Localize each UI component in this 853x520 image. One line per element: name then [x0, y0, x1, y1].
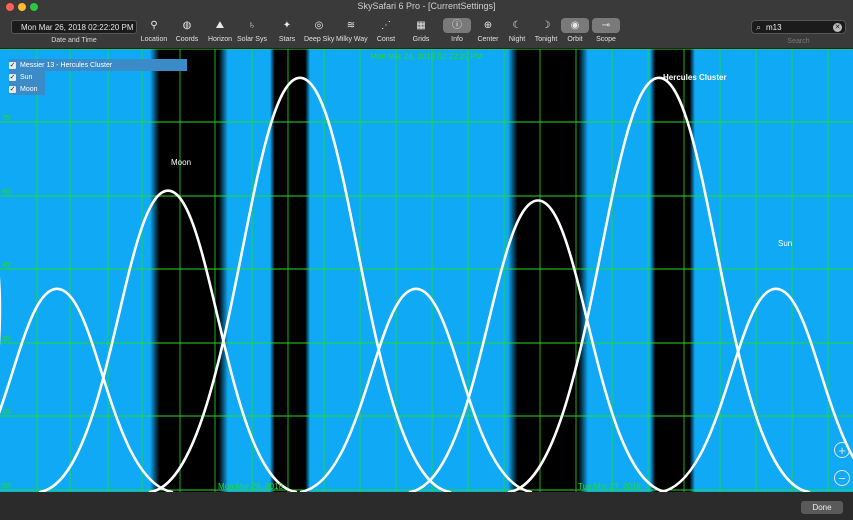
moon-curve-label: Moon [171, 158, 192, 167]
toolbar-button-label: Milky Way [336, 36, 368, 43]
legend-item-moon[interactable]: ✓ Moon [9, 83, 45, 95]
y-tick-label: 75° [2, 115, 13, 122]
toolbar-button-label: Scope [596, 36, 616, 43]
altitude-chart[interactable]: Mon Mar 26, 2018 02:22:20 PM ✓ Messier 1… [0, 49, 853, 492]
info-icon: ⓘ [443, 18, 471, 33]
y-tick-label: 00° [2, 483, 13, 490]
toolbar-button-horizon[interactable]: ⛰ Horizon [205, 18, 235, 46]
checkbox-sun[interactable]: ✓ [9, 73, 16, 81]
toolbar-button-label: Stars [278, 36, 296, 43]
zoom-out-button[interactable]: − [834, 470, 850, 486]
checkbox-hercules[interactable]: ✓ [9, 61, 16, 69]
done-button[interactable]: Done [801, 501, 843, 514]
title-bar: SkySafari 6 Pro - [CurrentSettings] [0, 0, 853, 14]
x-tick-label: Tue Mar 27, 2018 [578, 482, 641, 491]
date-time-label: Date and Time [51, 37, 97, 44]
legend-item-hercules[interactable]: ✓ Messier 13 - Hercules Cluster [9, 59, 187, 71]
y-tick-label: 60° [2, 189, 13, 196]
toolbar-button-label: Horizon [207, 36, 233, 43]
search-input[interactable]: m13 [766, 21, 782, 34]
clear-search-icon[interactable]: ✕ [833, 23, 842, 32]
toolbar-button-label: Tonight [534, 36, 558, 43]
moon-icon: ☾ [512, 20, 522, 31]
globe-icon: ◍ [182, 20, 192, 31]
toolbar-button-solar-sys[interactable]: ♄ Solar Sys [237, 18, 267, 46]
toolbar-button-deep-sky[interactable]: ◎ Deep Sky [304, 18, 334, 46]
hercules-curve-label: Hercules Cluster [663, 73, 727, 82]
tonight-icon: ☽ [541, 20, 551, 31]
toolbar-button-label: Solar Sys [237, 36, 267, 43]
y-tick-label: 15° [2, 409, 13, 416]
toolbar-button-info[interactable]: ⓘ Info [442, 18, 472, 46]
horizon-icon: ⛰ [215, 20, 225, 31]
telescope-icon: ⊸ [592, 18, 620, 33]
sun-curve-label: Sun [778, 239, 793, 248]
toolbar-button-const[interactable]: ⋰ Const [371, 18, 401, 46]
toolbar-button-label: Night [508, 36, 526, 43]
toolbar-button-label: Location [140, 36, 168, 43]
toolbar-button-location[interactable]: ⚲ Location [139, 18, 169, 46]
window-title: SkySafari 6 Pro - [CurrentSettings] [357, 1, 496, 11]
legend: ✓ Messier 13 - Hercules Cluster ✓ Sun ✓ … [9, 59, 187, 95]
toolbar-button-milky-way[interactable]: ≋ Milky Way [336, 18, 368, 46]
toolbar-button-label: Deep Sky [304, 36, 335, 43]
location-pin-icon: ⚲ [150, 20, 158, 31]
galaxy-icon: ◎ [314, 20, 324, 31]
chart-plot [0, 49, 853, 492]
legend-label: Messier 13 - Hercules Cluster [20, 61, 113, 69]
toolbar-button-tonight[interactable]: ☽ Tonight [531, 18, 561, 46]
legend-label: Sun [20, 73, 33, 81]
toolbar: Mon Mar 26, 2018 02:22:20 PM Date and Ti… [0, 14, 853, 49]
toolbar-button-grids[interactable]: ▦ Grids [406, 18, 436, 46]
toolbar-button-label: Orbit [567, 36, 583, 43]
y-tick-label: 30° [2, 336, 13, 343]
center-icon: ⊕ [483, 20, 493, 31]
stars-icon: ✦ [282, 20, 292, 31]
date-time-field[interactable]: Mon Mar 26, 2018 02:22:20 PM [11, 20, 137, 34]
toolbar-button-label: Grids [412, 36, 430, 43]
planet-icon: ♄ [248, 20, 256, 31]
toolbar-button-label: Const [376, 36, 396, 43]
toolbar-button-label: Coords [175, 36, 199, 43]
search-field[interactable]: ⌕ m13 ✕ [751, 20, 846, 34]
zoom-in-button[interactable]: + [834, 442, 850, 458]
legend-label: Moon [20, 85, 38, 93]
constellation-icon: ⋰ [381, 20, 391, 31]
toolbar-button-orbit[interactable]: ◉ Orbit [560, 18, 590, 46]
checkbox-moon[interactable]: ✓ [9, 85, 16, 93]
toolbar-button-scope[interactable]: ⊸ Scope [591, 18, 621, 46]
sun-curve [0, 287, 174, 492]
night-band [270, 49, 310, 492]
app-window: SkySafari 6 Pro - [CurrentSettings] Mon … [0, 0, 853, 520]
night-band [650, 49, 695, 492]
legend-item-sun[interactable]: ✓ Sun [9, 71, 45, 83]
x-tick-label: Mon Mar 26, 2018 [218, 482, 283, 491]
bottom-bar: Done [0, 492, 853, 520]
search-label: Search [787, 38, 810, 45]
milky-way-icon: ≋ [346, 20, 356, 31]
toolbar-button-center[interactable]: ⊕ Center [473, 18, 503, 46]
search-icon: ⌕ [756, 22, 762, 32]
toolbar-button-label: Center [477, 36, 499, 43]
night-band [150, 49, 228, 492]
toolbar-button-coords[interactable]: ◍ Coords [172, 18, 202, 46]
toolbar-button-night[interactable]: ☾ Night [502, 18, 532, 46]
toolbar-button-label: Info [451, 36, 463, 43]
orbit-icon: ◉ [561, 18, 589, 33]
grid-icon: ▦ [416, 20, 426, 31]
y-tick-label: 45° [2, 262, 13, 269]
toolbar-button-stars[interactable]: ✦ Stars [272, 18, 302, 46]
